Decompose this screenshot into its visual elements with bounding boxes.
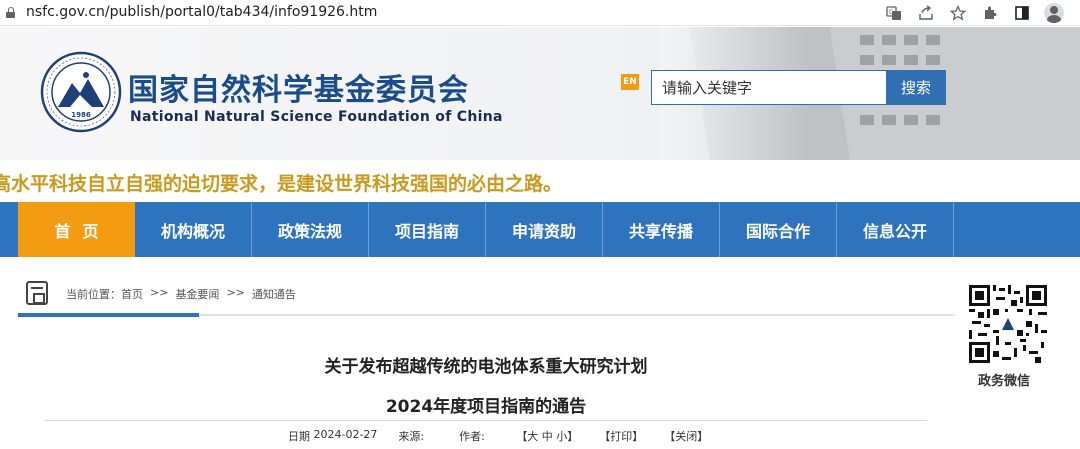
avatar[interactable] xyxy=(1044,3,1064,23)
lock-icon[interactable] xyxy=(6,7,15,18)
date-label: 日期 xyxy=(288,430,310,443)
profile-icon[interactable] xyxy=(1038,2,1070,24)
nav-item-funding[interactable]: 申请资助 xyxy=(486,202,603,257)
site-subtitle: National Natural Science Foundation of C… xyxy=(130,109,503,125)
breadcrumb-separator xyxy=(168,286,175,302)
translate-icon[interactable]: G xyxy=(878,2,910,24)
star-icon[interactable] xyxy=(942,2,974,24)
site-header: 1986 国家自然科学基金委员会 National Natural Scienc… xyxy=(0,27,1080,160)
breadcrumb-separator: >> xyxy=(226,286,245,299)
article-title-line1: 关于发布超越传统的电池体系重大研究计划 xyxy=(324,357,648,377)
svg-text:1986: 1986 xyxy=(71,111,91,119)
nav-item-about[interactable]: 机构概况 xyxy=(135,202,252,257)
search-input[interactable] xyxy=(651,70,887,105)
nsfc-logo-icon[interactable]: 1986 xyxy=(40,51,122,133)
slogan-text: 高水平科技自立自强的迫切要求，是建设世界科技强国的必由之路。 xyxy=(0,173,563,195)
print-link[interactable]: 【打印】 xyxy=(599,428,643,444)
location-icon xyxy=(26,281,48,305)
share-icon[interactable] xyxy=(910,2,942,24)
source-label: 来源: xyxy=(398,430,425,443)
meta-gap xyxy=(485,428,516,444)
meta-gap xyxy=(424,428,459,444)
extensions-icon[interactable] xyxy=(974,2,1006,24)
nav-item-guide[interactable]: 项目指南 xyxy=(369,202,486,257)
article-date: 2024-02-27 xyxy=(313,428,378,441)
meta-gap xyxy=(643,428,664,444)
meta-gap xyxy=(377,428,398,444)
meta-gap xyxy=(578,428,599,444)
breadcrumb-notices[interactable]: 通知通告 xyxy=(252,286,296,302)
article-meta: 日期 2024-02-27 来源: 作者: 【大 中 小】 【打印】 【关闭】 xyxy=(288,428,708,444)
nav-item-home[interactable]: 首页 xyxy=(18,202,135,257)
search-button[interactable]: 搜索 xyxy=(886,70,946,105)
english-version-link[interactable]: EN xyxy=(621,74,639,90)
author-label: 作者: xyxy=(459,430,485,443)
breadcrumb-home[interactable]: 首页 xyxy=(121,286,143,302)
breadcrumb-news[interactable]: 基金要闻 xyxy=(175,286,219,302)
breadcrumb-separator: >> xyxy=(150,286,169,299)
breadcrumb: 当前位置： 首页 >> 基金要闻 >> 通知通告 xyxy=(66,286,296,302)
qr-label: 政务微信 xyxy=(978,374,1031,389)
site-title[interactable]: 国家自然科学基金委员会 xyxy=(128,65,469,109)
url-text[interactable]: nsfc.gov.cn/publish/portal0/tab434/info9… xyxy=(26,4,377,20)
wechat-qr-code-icon xyxy=(969,285,1047,363)
article-divider xyxy=(45,420,927,421)
breadcrumb-separator xyxy=(245,286,252,302)
main-nav: 首页 机构概况 政策法规 项目指南 申请资助 共享传播 国际合作 信息公开 xyxy=(0,202,1080,257)
browser-address-bar[interactable]: nsfc.gov.cn/publish/portal0/tab434/info9… xyxy=(0,0,1080,26)
slogan-marquee: 高水平科技自立自强的迫切要求，是建设世界科技强国的必由之路。 xyxy=(0,160,1080,202)
article-title-line2: 2024年度项目指南的通告 xyxy=(385,397,587,417)
nav-item-policy[interactable]: 政策法规 xyxy=(252,202,369,257)
breadcrumb-separator xyxy=(219,286,226,302)
font-size-control[interactable]: 【大 中 小】 xyxy=(516,428,578,444)
close-link[interactable]: 【关闭】 xyxy=(664,428,708,444)
breadcrumb-divider-accent xyxy=(18,313,199,317)
breadcrumb-separator xyxy=(143,286,150,302)
nav-item-international[interactable]: 国际合作 xyxy=(720,202,837,257)
svg-text:G: G xyxy=(889,9,894,16)
sidepanel-icon[interactable] xyxy=(1006,2,1038,24)
breadcrumb-prefix: 当前位置： xyxy=(66,288,121,301)
nav-item-disclosure[interactable]: 信息公开 xyxy=(837,202,954,257)
nav-item-sharing[interactable]: 共享传播 xyxy=(603,202,720,257)
